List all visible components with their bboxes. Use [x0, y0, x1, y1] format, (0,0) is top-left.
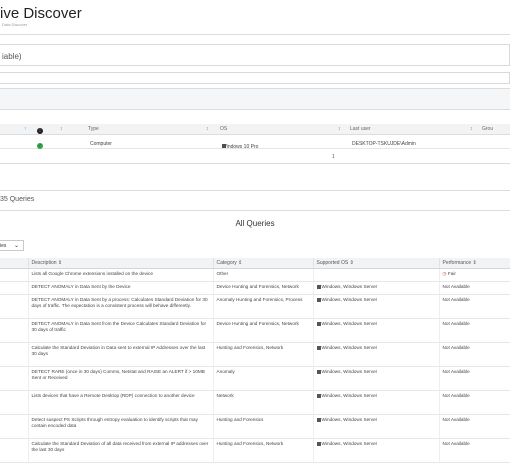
divider: [0, 190, 510, 191]
col-description[interactable]: Description ⇕: [28, 258, 214, 269]
col-category[interactable]: Category ⇕: [213, 258, 314, 269]
devices-section-header: [0, 88, 510, 110]
table-row[interactable]: Detect suspect PS Scripts through entrop…: [0, 414, 510, 439]
windows-icon: [316, 284, 321, 289]
col-select: [0, 258, 29, 269]
chevron-down-icon: ⌄: [14, 243, 20, 249]
app-title: ive Discover: [0, 5, 82, 22]
device-last-user: DESKTOP-TSKUJDE\Admin: [352, 141, 416, 147]
sort-toggle-icon[interactable]: ↕: [206, 126, 209, 132]
col-performance[interactable]: Performance ⇕: [439, 258, 510, 269]
table-row[interactable]: DETECT ANOMALY in Data Sent from the Dev…: [0, 318, 510, 343]
divider: [0, 163, 510, 164]
device-row[interactable]: ✓ Computer Windows 10 Pro DESKTOP-TSKUJD…: [0, 138, 510, 150]
page-number[interactable]: 1: [332, 154, 335, 160]
device-type: Computer: [90, 141, 112, 147]
windows-icon: [316, 441, 321, 446]
windows-icon: [316, 393, 321, 398]
table-row[interactable]: Calculate the Standard Deviation in Data…: [0, 342, 510, 367]
devices-table-header: ↑ i ↕ Type ↕ OS ↕ Last user ↕ Grou: [0, 124, 510, 135]
table-row[interactable]: Lists devices that have a Remote Desktop…: [0, 390, 510, 415]
table-row[interactable]: DETECT ANOMALY in Data Sent by a process…: [0, 294, 510, 319]
sort-toggle-icon[interactable]: ↕: [60, 126, 63, 132]
col-group[interactable]: Grou: [482, 126, 493, 132]
app-subtitle: Data Discover: [2, 22, 28, 27]
divider: [0, 34, 510, 35]
queries-table-header: Description ⇕ Category ⇕ Supported OS ⇕ …: [0, 258, 510, 269]
col-supported-os[interactable]: Supported OS ⇕: [313, 258, 440, 269]
table-row[interactable]: DETECT RARE (once in 30 days) Comms, Net…: [0, 366, 510, 391]
clock-icon: ◷: [442, 271, 447, 276]
sort-icon[interactable]: ↑: [24, 126, 27, 132]
variable-text: iable): [2, 52, 22, 61]
windows-icon: [316, 369, 321, 374]
col-last-user[interactable]: Last user: [350, 126, 371, 132]
sort-toggle-icon[interactable]: ↕: [338, 126, 341, 132]
dropdown-value: ies: [0, 243, 7, 249]
queries-table: Description ⇕ Category ⇕ Supported OS ⇕ …: [0, 258, 510, 463]
windows-icon: [316, 297, 321, 302]
queries-count: 35 Queries: [0, 196, 35, 203]
table-row[interactable]: Calculate the Standard Deviation of all …: [0, 438, 510, 463]
variable-box[interactable]: [0, 44, 510, 66]
empty-bar: [0, 72, 510, 84]
col-os[interactable]: OS: [220, 126, 227, 132]
windows-icon: [316, 417, 321, 422]
sort-toggle-icon[interactable]: ↕: [470, 126, 473, 132]
queries-filter-dropdown[interactable]: ies ⌄: [0, 240, 24, 251]
table-row[interactable]: DETECT ANOMALY in Data Sent by the Devic…: [0, 281, 510, 295]
all-queries-title: All Queries: [235, 219, 275, 228]
table-row[interactable]: Lists all Google Chrome extensions insta…: [0, 268, 510, 282]
windows-icon: [316, 321, 321, 326]
col-type[interactable]: Type: [88, 126, 99, 132]
windows-icon: [316, 345, 321, 350]
